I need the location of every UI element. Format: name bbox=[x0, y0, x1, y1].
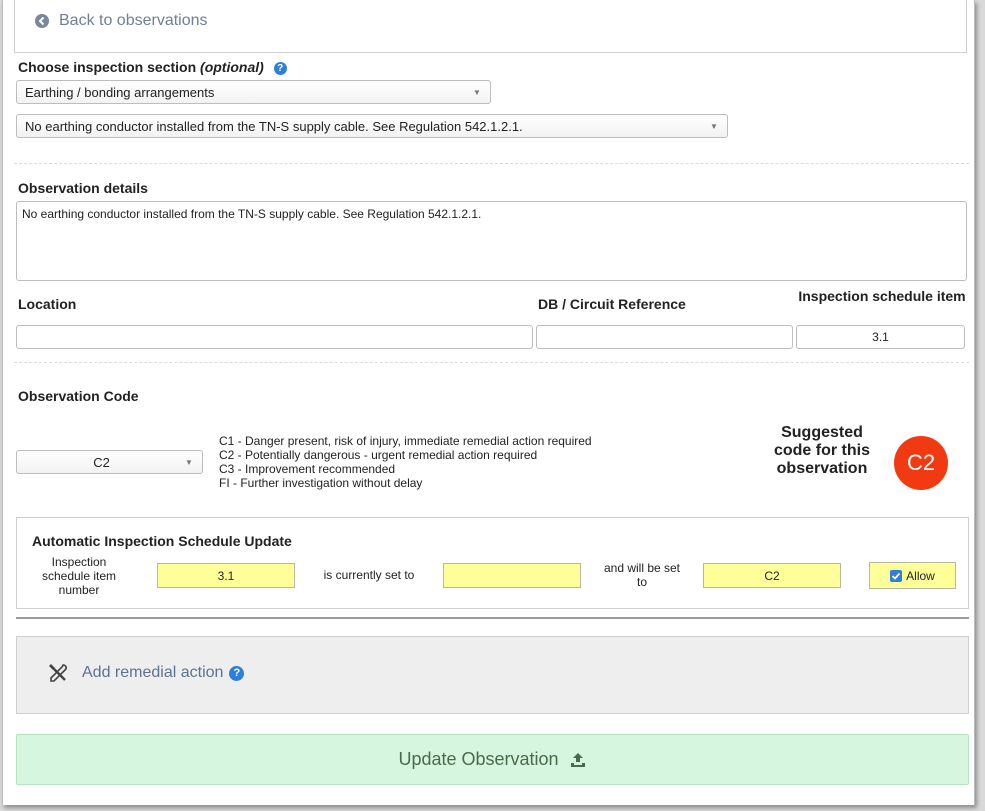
observation-details-label: Observation details bbox=[18, 180, 148, 196]
code-description-c2: C2 - Potentially dangerous - urgent reme… bbox=[219, 448, 538, 462]
code-description-fi: FI - Further investigation without delay bbox=[219, 476, 423, 490]
help-icon[interactable]: ? bbox=[229, 665, 245, 681]
checkbox-checked-icon[interactable] bbox=[890, 569, 903, 582]
chevron-down-icon: ▼ bbox=[185, 457, 193, 467]
update-observation-label: Update Observation bbox=[398, 749, 559, 769]
new-value-field[interactable]: C2 bbox=[703, 563, 841, 588]
chevron-down-icon: ▼ bbox=[473, 87, 481, 97]
inspection-section-select[interactable]: Earthing / bonding arrangements ▼ bbox=[16, 80, 491, 104]
allow-label: Allow bbox=[906, 568, 935, 583]
code-descriptions: C1 - Danger present, risk of injury, imm… bbox=[219, 434, 592, 490]
db-circuit-label: DB / Circuit Reference bbox=[538, 296, 686, 312]
observation-code-value: C2 bbox=[93, 454, 110, 470]
code-description-c1: C1 - Danger present, risk of injury, imm… bbox=[219, 434, 592, 448]
code-description-c3: C3 - Improvement recommended bbox=[219, 462, 396, 476]
location-input[interactable] bbox=[16, 325, 533, 349]
location-label: Location bbox=[18, 296, 77, 312]
observation-form: Back to observations Choose inspection s… bbox=[2, 0, 975, 805]
currently-set-label: is currently set to bbox=[323, 568, 415, 582]
upload-icon bbox=[570, 752, 585, 767]
divider bbox=[14, 362, 969, 363]
current-value-field[interactable] bbox=[443, 563, 581, 588]
add-remedial-action-link[interactable]: Add remedial action ? bbox=[47, 662, 245, 684]
schedule-item-input[interactable]: 3.1 bbox=[796, 325, 965, 349]
observation-details-textarea[interactable]: No earthing conductor installed from the… bbox=[16, 201, 967, 281]
divider bbox=[14, 163, 969, 164]
allow-toggle[interactable]: Allow bbox=[869, 562, 956, 589]
inspection-section-label: Choose inspection section (optional) ? bbox=[18, 59, 287, 75]
inspection-item-value: No earthing conductor installed from the… bbox=[25, 118, 523, 134]
back-nav-box: Back to observations bbox=[14, 0, 967, 53]
arrow-left-circle-icon bbox=[35, 14, 49, 28]
inspection-item-select[interactable]: No earthing conductor installed from the… bbox=[16, 114, 728, 138]
suggested-code-badge: C2 bbox=[894, 436, 948, 490]
observation-code-label: Observation Code bbox=[18, 388, 139, 404]
add-remedial-action-label: Add remedial action bbox=[82, 664, 224, 681]
inspection-section-label-text: Choose inspection section bbox=[18, 59, 197, 75]
back-to-observations-link[interactable]: Back to observations bbox=[35, 12, 208, 30]
remedial-action-panel: Add remedial action ? bbox=[16, 636, 969, 714]
inspection-section-value: Earthing / bonding arrangements bbox=[25, 84, 215, 100]
help-icon[interactable]: ? bbox=[273, 62, 287, 75]
chevron-down-icon: ▼ bbox=[710, 121, 718, 131]
schedule-item-label: Inspection schedule item bbox=[798, 288, 966, 304]
optional-tag: (optional) bbox=[200, 59, 264, 75]
db-circuit-input[interactable] bbox=[536, 325, 793, 349]
auto-update-title: Automatic Inspection Schedule Update bbox=[32, 533, 292, 549]
item-number-field[interactable]: 3.1 bbox=[157, 563, 295, 588]
section-separator bbox=[16, 617, 969, 619]
back-link-label: Back to observations bbox=[59, 12, 208, 29]
observation-code-select[interactable]: C2 ▼ bbox=[16, 450, 203, 474]
will-be-set-label: and will be set to bbox=[603, 561, 681, 589]
item-number-label: Inspection schedule item number bbox=[41, 555, 117, 597]
update-observation-button[interactable]: Update Observation bbox=[16, 734, 969, 785]
tools-icon bbox=[49, 664, 67, 682]
auto-schedule-update-panel: Automatic Inspection Schedule Update Ins… bbox=[16, 517, 969, 609]
suggested-code-label: Suggested code for this observation bbox=[773, 424, 870, 477]
